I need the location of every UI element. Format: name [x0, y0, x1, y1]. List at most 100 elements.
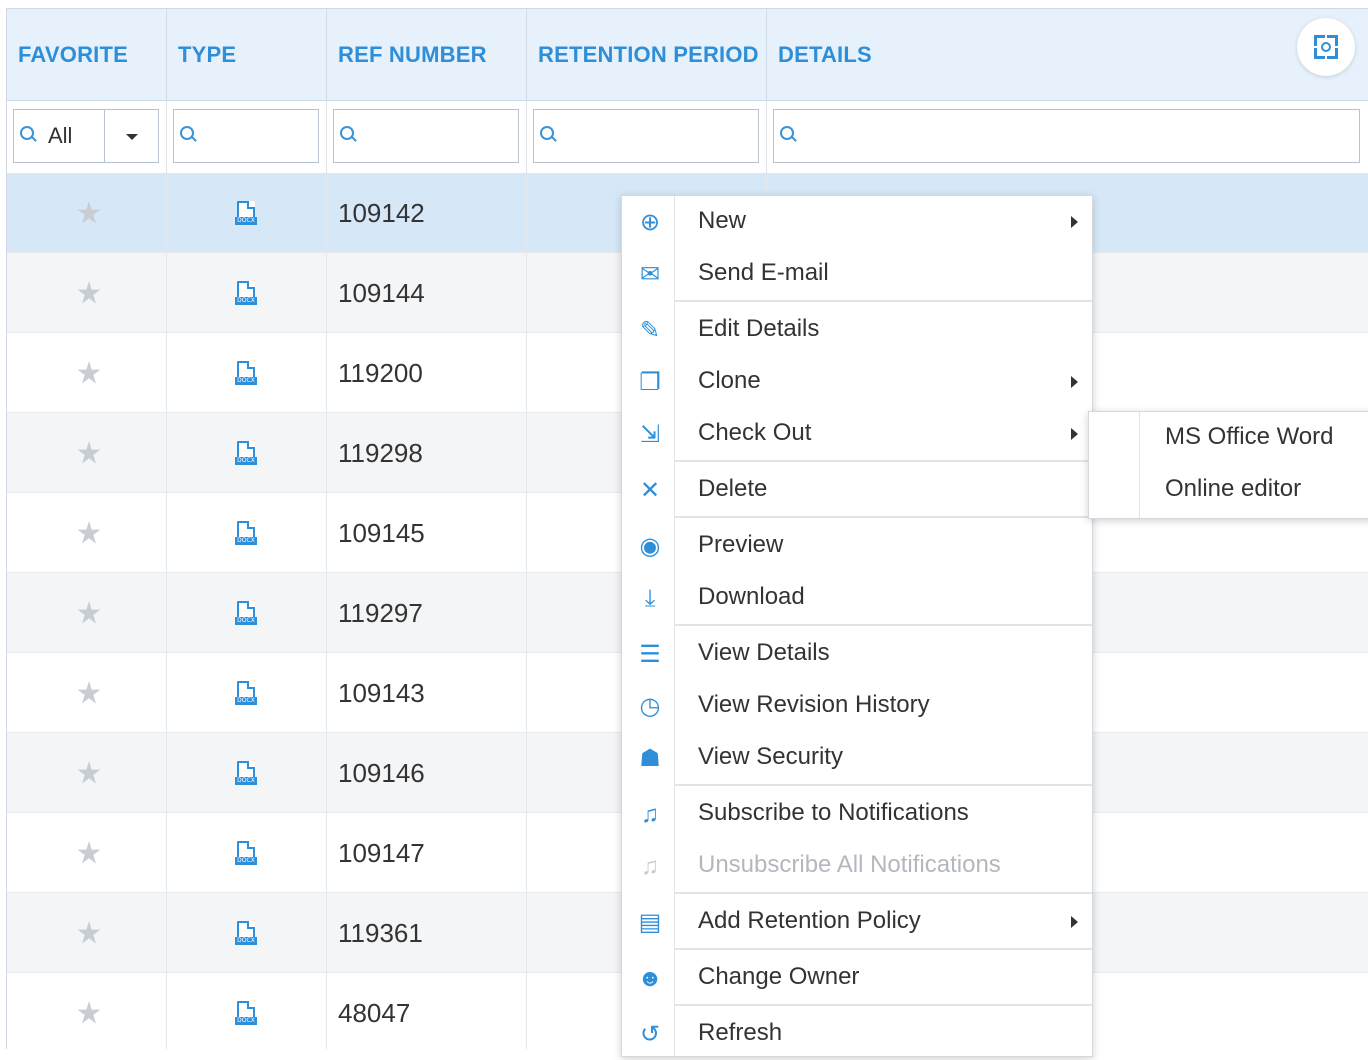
menu-item-edit-details[interactable]: ✎ Edit Details [622, 304, 1092, 356]
ref-number: 119298 [338, 437, 423, 468]
docx-file-icon: DOCX [235, 361, 257, 385]
menu-item-send-e-mail[interactable]: ✉ Send E-mail [622, 248, 1092, 300]
dropdown-divider [104, 110, 105, 162]
menu-item-label: Subscribe to Notifications [698, 799, 969, 826]
menu-item-preview[interactable]: ◉ Preview [622, 520, 1092, 572]
docx-file-icon: DOCX [235, 841, 257, 865]
search-icon [540, 126, 554, 140]
check-out-icon: ⇲ [639, 421, 661, 448]
submenu-item-online-editor[interactable]: Online editor [1165, 475, 1301, 503]
refresh-icon: ↺ [639, 1021, 661, 1048]
star-icon[interactable] [77, 601, 101, 624]
ref-number: 109146 [338, 757, 425, 788]
check-out-submenu: MS Office Word Online editor [1088, 411, 1368, 519]
favorite-cell [7, 173, 167, 253]
search-icon [780, 126, 794, 140]
favorite-cell [7, 813, 167, 893]
bell-off-icon: ♫ [641, 853, 659, 880]
favorite-cell [7, 253, 167, 333]
menu-item-label: Download [698, 583, 805, 610]
docx-file-icon: DOCX [235, 1001, 257, 1025]
edit-document-icon: ✎ [639, 317, 661, 344]
ref-number: 109144 [338, 277, 425, 308]
details-icon: ☰ [639, 641, 661, 668]
menu-item-subscribe-to-notifications[interactable]: ♫ Subscribe to Notifications [622, 788, 1092, 840]
ref-number-cell: 119297 [327, 573, 527, 653]
star-icon[interactable] [77, 281, 101, 304]
retention-period-filter-input[interactable] [533, 109, 759, 163]
menu-item-clone[interactable]: ❐ Clone [622, 356, 1092, 408]
menu-item-view-revision-history[interactable]: ◷ View Revision History [622, 680, 1092, 732]
favorite-filter-cell: All [7, 101, 167, 173]
clock-icon: ◷ [639, 693, 661, 720]
ref-number-cell: 109143 [327, 653, 527, 733]
menu-item-label: View Revision History [698, 691, 930, 718]
star-icon[interactable] [77, 201, 101, 224]
ref-number-cell: 119200 [327, 333, 527, 413]
star-icon[interactable] [77, 761, 101, 784]
menu-item-delete[interactable]: ✕ Delete [622, 464, 1092, 516]
menu-item-check-out[interactable]: ⇲ Check Out [622, 408, 1092, 460]
favorite-cell [7, 733, 167, 813]
column-header-retention-period[interactable]: RETENTION PERIOD [527, 9, 767, 100]
star-icon[interactable] [77, 521, 101, 544]
change-owner-icon: ☻ [637, 965, 663, 992]
star-icon[interactable] [77, 361, 101, 384]
menu-separator [675, 516, 1092, 518]
menu-item-label: Unsubscribe All Notifications [698, 851, 1001, 878]
ref-number-cell: 109145 [327, 493, 527, 573]
menu-item-refresh[interactable]: ↺ Refresh [622, 1008, 1092, 1060]
menu-separator [675, 1004, 1092, 1006]
menu-item-new[interactable]: ⊕ New [622, 196, 1092, 248]
search-icon [180, 126, 194, 140]
type-cell: DOCX [167, 733, 327, 813]
menu-item-label: Check Out [698, 419, 812, 446]
star-icon[interactable] [77, 1001, 101, 1024]
ref-number: 109145 [338, 517, 425, 548]
details-filter-cell [767, 101, 1368, 173]
filter-row: All [7, 101, 1368, 174]
menu-item-download[interactable]: ⤓ Download [622, 572, 1092, 624]
type-cell: DOCX [167, 573, 327, 653]
download-icon: ⤓ [644, 585, 656, 612]
ref-number-cell: 109147 [327, 813, 527, 893]
menu-item-change-owner[interactable]: ☻ Change Owner [622, 952, 1092, 1004]
plus-circle-icon: ⊕ [639, 209, 661, 236]
star-icon[interactable] [77, 921, 101, 944]
menu-item-view-details[interactable]: ☰ View Details [622, 628, 1092, 680]
favorite-cell [7, 333, 167, 413]
favorite-filter-dropdown[interactable]: All [13, 109, 159, 163]
favorite-cell [7, 653, 167, 733]
menu-item-view-security[interactable]: ☗ View Security [622, 732, 1092, 784]
ref-number-cell: 109142 [327, 173, 527, 253]
type-cell: DOCX [167, 493, 327, 573]
ref-number-filter-input[interactable] [333, 109, 519, 163]
submenu-item-ms-office-word[interactable]: MS Office Word [1165, 423, 1334, 451]
ref-number: 119361 [338, 917, 423, 948]
favorite-filter-value: All [48, 123, 73, 148]
column-header-type[interactable]: TYPE [167, 9, 327, 100]
delete-document-icon: ✕ [639, 477, 661, 504]
column-header-details[interactable]: DETAILS [767, 9, 1368, 100]
screenshot-button[interactable] [1297, 18, 1355, 76]
column-header-favorite[interactable]: FAVORITE [7, 9, 167, 100]
type-filter-input[interactable] [173, 109, 319, 163]
star-icon[interactable] [77, 681, 101, 704]
submenu-arrow-icon [1071, 376, 1078, 388]
details-filter-input[interactable] [773, 109, 1360, 163]
star-icon[interactable] [77, 841, 101, 864]
column-header-ref-number[interactable]: REF NUMBER [327, 9, 527, 100]
context-menu: ⊕ New ✉ Send E-mail ✎ Edit Details ❐ Clone ⇲ Chec… [621, 195, 1093, 1057]
menu-item-label: View Details [698, 639, 830, 666]
docx-file-icon: DOCX [235, 521, 257, 545]
menu-item-add-retention-policy[interactable]: ▤ Add Retention Policy [622, 896, 1092, 948]
favorite-cell [7, 573, 167, 653]
docx-file-icon: DOCX [235, 761, 257, 785]
type-filter-cell [167, 101, 327, 173]
star-icon[interactable] [77, 441, 101, 464]
menu-item-label: Refresh [698, 1019, 783, 1046]
docx-file-icon: DOCX [235, 441, 257, 465]
menu-item-label: Clone [698, 367, 761, 394]
favorite-cell [7, 413, 167, 493]
caret-down-icon[interactable] [126, 134, 138, 140]
